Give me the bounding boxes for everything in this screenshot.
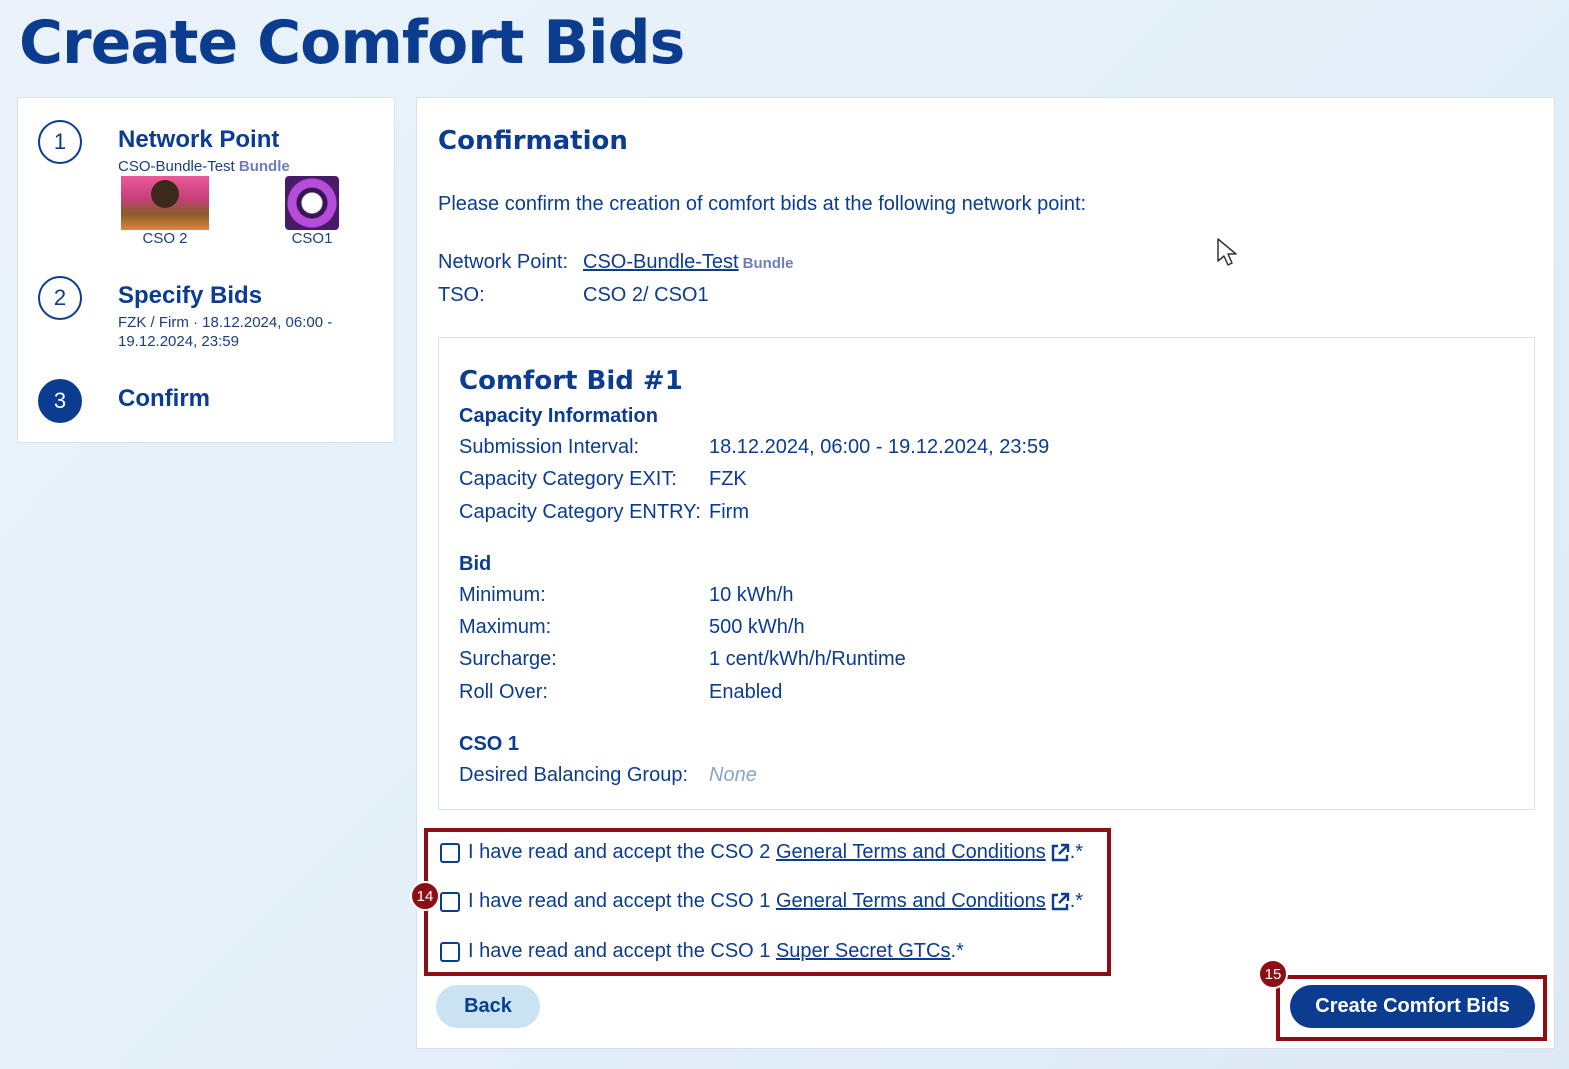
network-point-link[interactable]: CSO-Bundle-Test <box>583 251 739 273</box>
capacity-entry-value: Firm <box>709 501 749 523</box>
roll-over-label: Roll Over: <box>459 681 548 703</box>
back-button[interactable]: Back <box>436 985 540 1028</box>
capacity-heading: Capacity Information <box>459 405 658 427</box>
balancing-group-label: Desired Balancing Group: <box>459 764 689 786</box>
cso1-logo-image <box>285 176 339 230</box>
terms-row-cso2: I have read and accept the CSO 2 General… <box>440 841 1083 864</box>
external-link-icon[interactable] <box>1050 843 1070 863</box>
step-specify-bids[interactable]: 2 Specify Bids FZK / Firm · 18.12.2024, … <box>38 276 378 356</box>
roll-over-value: Enabled <box>709 681 783 703</box>
tso-logo-label: CSO1 <box>291 230 333 247</box>
tso-logo-cso1: CSO1 <box>282 176 342 247</box>
minimum-value: 10 kWh/h <box>709 584 794 606</box>
comfort-bid-card: Comfort Bid #1 Capacity Information Subm… <box>438 337 1535 810</box>
cso-heading: CSO 1 <box>459 733 520 755</box>
capacity-entry-label: Capacity Category ENTRY: <box>459 501 701 523</box>
step-number: 1 <box>38 120 82 164</box>
minimum-label: Minimum: <box>459 584 546 606</box>
step-title: Confirm <box>118 385 210 412</box>
step-subtitle: CSO-Bundle-Test Bundle <box>118 158 290 175</box>
terms-row-cso1-secret: I have read and accept the CSO 1 Super S… <box>440 940 964 963</box>
step-number: 2 <box>38 276 82 320</box>
step-title: Network Point <box>118 126 280 153</box>
terms-checkbox[interactable] <box>440 941 460 962</box>
maximum-label: Maximum: <box>459 616 552 638</box>
submission-interval-value: 18.12.2024, 06:00 - 19.12.2024, 23:59 <box>709 436 1050 458</box>
terms-link[interactable]: General Terms and Conditions <box>776 841 1046 864</box>
external-link-icon[interactable] <box>1050 892 1070 912</box>
section-title: Confirmation <box>438 126 628 156</box>
tso-logo-label: CSO 2 <box>142 230 188 247</box>
bundle-tag: Bundle <box>238 158 290 175</box>
page-title: Create Comfort Bids <box>19 8 685 78</box>
bid-heading: Bid <box>459 553 492 575</box>
annotation-marker-create: 15 <box>1258 959 1288 989</box>
terms-text: I have read and accept the CSO 1 <box>468 890 776 912</box>
terms-checkbox[interactable] <box>440 842 460 863</box>
tso-value: CSO 2/ CSO1 <box>583 284 709 306</box>
step-number: 3 <box>38 379 82 423</box>
surcharge-value: 1 cent/kWh/h/Runtime <box>709 648 906 670</box>
step-subtitle-line1: FZK / Firm · 18.12.2024, 06:00 - <box>118 314 333 331</box>
terms-row-cso1: I have read and accept the CSO 1 General… <box>440 890 1083 913</box>
network-point-value: CSO-Bundle-Test Bundle <box>583 251 793 274</box>
terms-link[interactable]: Super Secret GTCs <box>776 940 951 963</box>
submission-interval-label: Submission Interval: <box>459 436 640 458</box>
capacity-exit-value: FZK <box>709 468 747 490</box>
terms-text: I have read and accept the CSO 2 <box>468 841 776 863</box>
create-comfort-bids-button[interactable]: Create Comfort Bids <box>1290 985 1535 1028</box>
mouse-pointer-icon <box>1217 238 1237 266</box>
terms-text: I have read and accept the CSO 1 <box>468 940 776 962</box>
cso2-logo-image <box>121 176 209 230</box>
surcharge-label: Surcharge: <box>459 648 557 670</box>
step-subtitle-line2: 19.12.2024, 23:59 <box>118 333 239 350</box>
terms-suffix: .* <box>950 940 964 962</box>
step-title: Specify Bids <box>118 282 263 309</box>
step-confirm: 3 Confirm <box>38 379 378 425</box>
capacity-exit-label: Capacity Category EXIT: <box>459 468 677 490</box>
balancing-group-value: None <box>709 764 757 786</box>
terms-checkbox-group: I have read and accept the CSO 2 General… <box>424 828 1111 976</box>
intro-text: Please confirm the creation of comfort b… <box>438 193 1087 215</box>
bid-title: Comfort Bid #1 <box>459 366 683 396</box>
terms-link[interactable]: General Terms and Conditions <box>776 890 1046 913</box>
bundle-tag: Bundle <box>742 255 794 272</box>
tso-logo-cso2: CSO 2 <box>120 176 210 247</box>
network-point-label: Network Point: <box>438 251 569 273</box>
terms-suffix: .* <box>1069 890 1084 912</box>
network-point-name: CSO-Bundle-Test <box>118 158 235 175</box>
step-network-point[interactable]: 1 Network Point CSO-Bundle-Test Bundle C… <box>38 120 378 250</box>
annotation-marker-terms: 14 <box>410 881 440 911</box>
terms-suffix: .* <box>1069 841 1084 863</box>
maximum-value: 500 kWh/h <box>709 616 805 638</box>
terms-checkbox[interactable] <box>440 891 460 912</box>
tso-label: TSO: <box>438 284 485 306</box>
stepper-panel: 1 Network Point CSO-Bundle-Test Bundle C… <box>17 97 395 443</box>
